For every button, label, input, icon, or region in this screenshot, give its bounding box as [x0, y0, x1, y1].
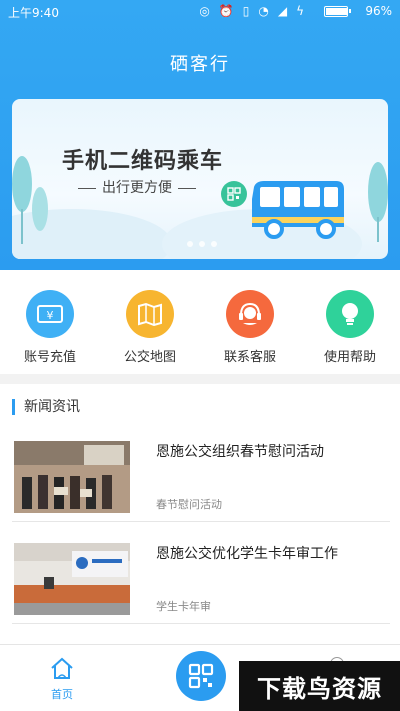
- quick-item-label: 联系客服: [223, 350, 276, 365]
- news-section-title: 新闻资讯: [12, 399, 80, 415]
- carousel-dots[interactable]: [187, 241, 217, 247]
- tab-home-label: 首页: [51, 688, 73, 701]
- qr-scan-button[interactable]: [176, 651, 226, 701]
- alarm-icon: ⏰: [218, 4, 234, 18]
- news-tag: 学生卡年审: [156, 600, 211, 613]
- carousel-dot[interactable]: [187, 241, 193, 247]
- home-icon: [51, 657, 73, 679]
- tree-icon: [12, 156, 48, 244]
- map-icon: [126, 290, 174, 338]
- tab-bar: 首页 下载鸟资源: [0, 644, 400, 711]
- tree-icon: [368, 162, 388, 242]
- watermark: 下载鸟资源: [239, 661, 400, 711]
- header: 上午9:40 ◎ ⏰ ▯ ◔ ◢ ϟ 96% 硒客行 手机二维码乘车 出行更方便: [0, 0, 400, 270]
- lightbulb-icon: [326, 290, 374, 338]
- page-title: 硒客行: [170, 54, 230, 75]
- news-thumbnail: [14, 441, 130, 513]
- carousel-dot[interactable]: [211, 241, 217, 247]
- news-title: 恩施公交组织春节慰问活动: [156, 444, 324, 460]
- news-title: 恩施公交优化学生卡年审工作: [156, 546, 338, 562]
- carousel-dot[interactable]: [199, 241, 205, 247]
- quick-item-label: 使用帮助: [323, 350, 376, 365]
- promo-banner[interactable]: 手机二维码乘车 出行更方便: [12, 99, 388, 259]
- bus-icon: [252, 181, 344, 239]
- banner-title: 手机二维码乘车: [62, 149, 224, 174]
- news-list-item[interactable]: 恩施公交组织春节慰问活动 春节慰问活动: [12, 426, 390, 522]
- tab-home[interactable]: 首页: [30, 655, 94, 702]
- news-tag: 春节慰问活动: [156, 498, 222, 511]
- news-thumbnail: [14, 543, 130, 615]
- status-bar: 上午9:40 ◎ ⏰ ▯ ◔ ◢ ϟ 96%: [0, 0, 400, 24]
- vibrate-icon: ▯: [242, 4, 250, 18]
- qr-badge-icon: [221, 181, 247, 207]
- quick-item-bus-map[interactable]: 公交地图: [100, 270, 200, 374]
- news-list-item[interactable]: 恩施公交优化学生卡年审工作 学生卡年审: [12, 528, 390, 624]
- quick-menu: ¥ 账号充值 公交地图 联系客服 使用帮助: [0, 270, 400, 374]
- svg-text:¥: ¥: [47, 309, 54, 322]
- quick-item-recharge[interactable]: ¥ 账号充值: [0, 270, 100, 374]
- qr-code-icon: [188, 663, 214, 689]
- battery-icon: [324, 6, 351, 17]
- wallet-icon: ¥: [26, 290, 74, 338]
- quick-item-label: 账号充值: [23, 350, 76, 365]
- app-screen: 上午9:40 ◎ ⏰ ▯ ◔ ◢ ϟ 96% 硒客行 手机二维码乘车 出行更方便…: [0, 0, 400, 711]
- status-time: 上午9:40: [8, 6, 59, 20]
- battery-fill: [326, 8, 348, 15]
- status-icons: ◎ ⏰ ▯ ◔ ◢ ϟ: [199, 4, 304, 18]
- headset-icon: [226, 290, 274, 338]
- quick-item-customer-service[interactable]: 联系客服: [200, 270, 300, 374]
- charging-icon: ϟ: [296, 4, 304, 18]
- quick-item-help[interactable]: 使用帮助: [300, 270, 400, 374]
- nfc-icon: ◎: [199, 4, 210, 18]
- wifi-icon: ◔: [258, 4, 269, 18]
- battery-percent: 96%: [365, 4, 392, 18]
- signal-icon: ◢: [277, 4, 288, 18]
- banner-subtitle: 出行更方便: [72, 177, 202, 197]
- news-section: 新闻资讯 恩施公交组织春节慰问活动 春节慰问活动 恩施公交优化学生卡年审工作 学…: [0, 384, 400, 646]
- quick-item-label: 公交地图: [123, 350, 176, 365]
